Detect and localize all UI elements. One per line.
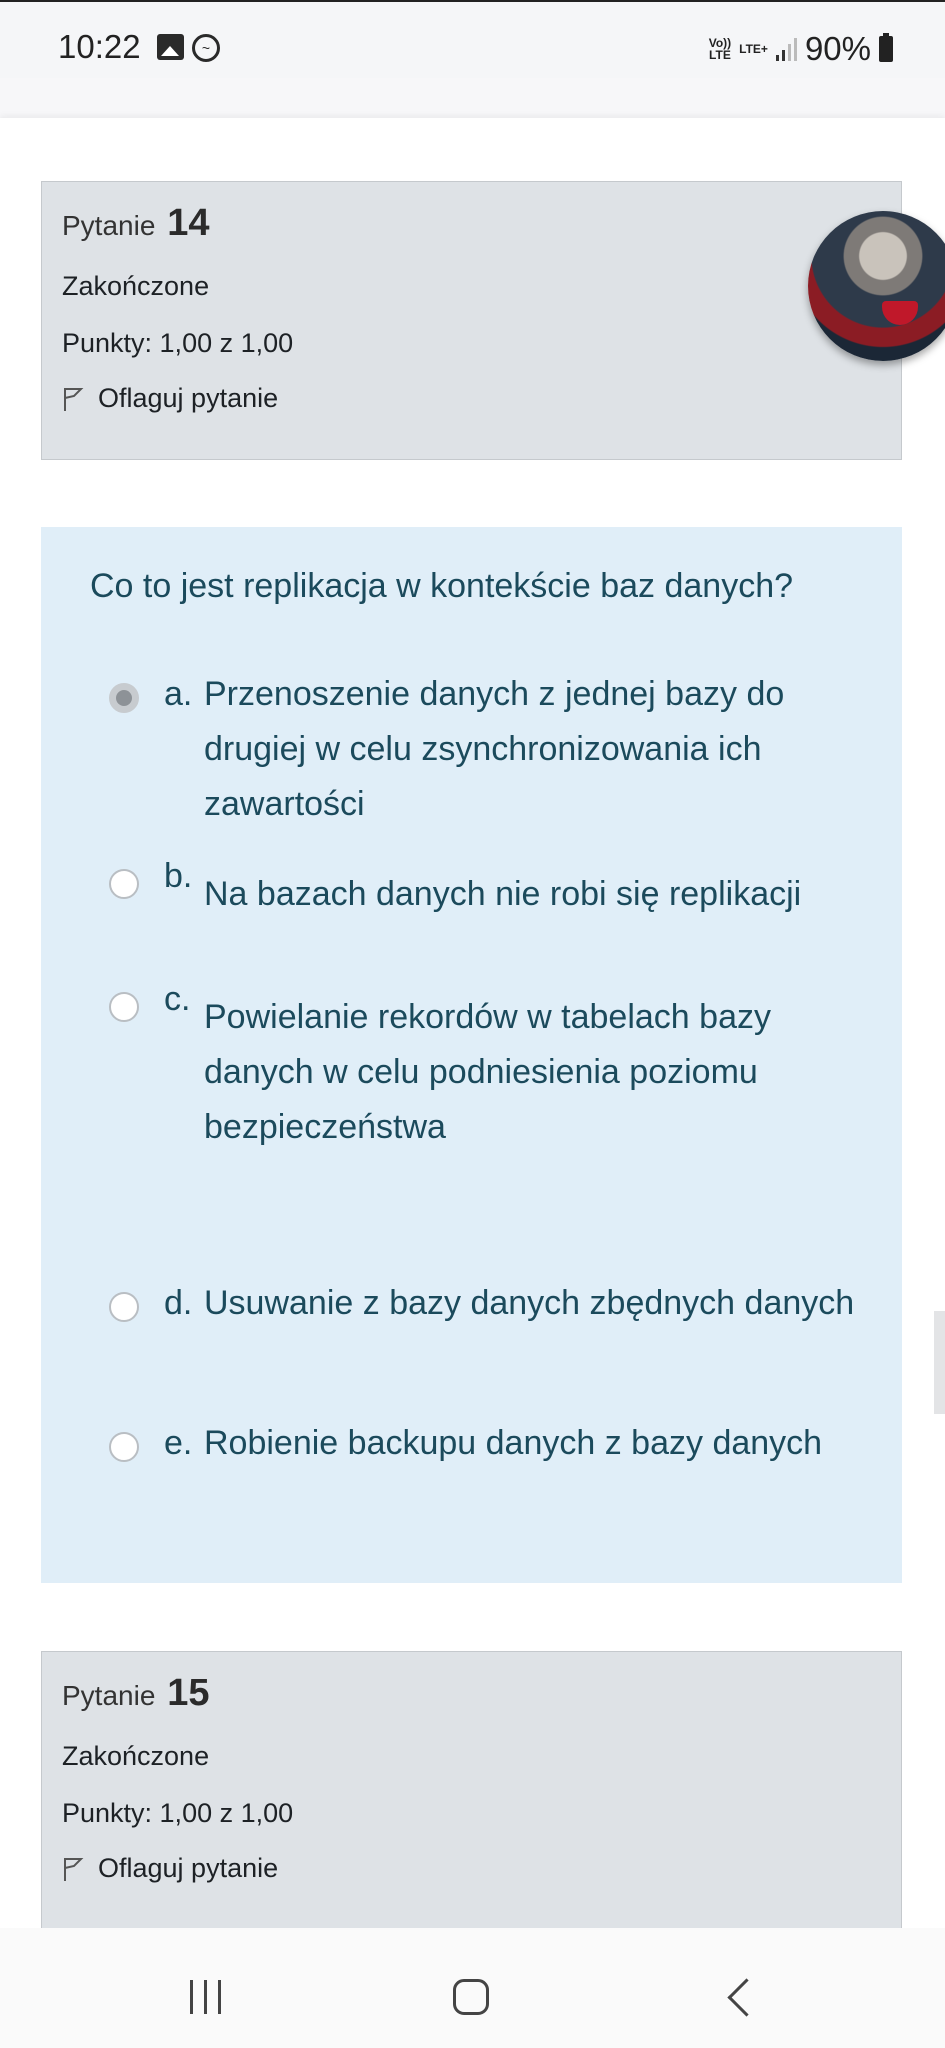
option-letter: b.: [164, 857, 193, 895]
scrollbar-thumb[interactable]: [934, 1311, 945, 1414]
option-text: Robienie backupu danych z bazy danych: [204, 1424, 823, 1462]
question-points: Punkty: 1,00 z 1,00: [62, 328, 294, 358]
battery-icon: [879, 33, 893, 62]
question-info-card: Pytanie 15 Zakończone Punkty: 1,00 z 1,0…: [41, 1651, 902, 1928]
messenger-icon: ~: [192, 34, 220, 62]
question-text: Co to jest replikacja w kontekście baz d…: [90, 567, 794, 605]
network-type-label: LTE+: [739, 42, 768, 56]
question-content: Co to jest replikacja w kontekście baz d…: [41, 527, 902, 1583]
user-avatar[interactable]: [808, 211, 945, 361]
quiz-page: Pytanie 14 Zakończone Punkty: 1,00 z 1,0…: [0, 118, 945, 1928]
flag-question-link[interactable]: Oflaguj pytanie: [62, 1853, 881, 1884]
question-number: Pytanie 15: [62, 1672, 881, 1715]
notification-icons: ~: [157, 34, 220, 62]
option-letter: e.: [164, 1424, 193, 1462]
radio-button-checked[interactable]: [109, 683, 139, 713]
radio-button[interactable]: [109, 869, 139, 899]
question-state: Zakończone: [62, 271, 210, 301]
question-number: Pytanie 14: [62, 202, 881, 245]
question-points: Punkty: 1,00 z 1,00: [62, 1798, 294, 1828]
gallery-icon: [157, 34, 184, 60]
flag-question-label: Oflaguj pytanie: [98, 1853, 279, 1883]
flag-icon: [64, 387, 84, 411]
status-time: 10:22: [58, 28, 141, 65]
question-label: Pytanie: [62, 1680, 156, 1711]
option-letter: d.: [164, 1284, 193, 1322]
option-text: Na bazach danych nie robi się replikacji: [204, 875, 802, 913]
option-letter: c.: [164, 980, 191, 1018]
recent-apps-icon[interactable]: [190, 1980, 221, 2014]
flag-question-label: Oflaguj pytanie: [98, 383, 279, 413]
option-text: Przenoszenie danych z jednej bazy do dru…: [204, 675, 785, 823]
flag-question-link[interactable]: Oflaguj pytanie: [62, 383, 881, 414]
question-number-value: 14: [167, 202, 210, 244]
status-bar: 10:22 ~ Vo)) LTE LTE+ 90%: [0, 0, 945, 78]
radio-button[interactable]: [109, 1292, 139, 1322]
option-letter: a.: [164, 675, 193, 713]
question-number-value: 15: [167, 1672, 210, 1714]
option-text: Powielanie rekordów w tabelach bazy dany…: [204, 998, 771, 1146]
battery-percent: 90%: [804, 30, 871, 67]
signal-icon: [775, 37, 797, 61]
radio-button[interactable]: [109, 992, 139, 1022]
question-label: Pytanie: [62, 210, 156, 241]
option-text: Usuwanie z bazy danych zbędnych danych: [204, 1284, 855, 1322]
question-info-card: Pytanie 14 Zakończone Punkty: 1,00 z 1,0…: [41, 181, 902, 460]
flag-icon: [64, 1857, 84, 1881]
question-state: Zakończone: [62, 1741, 210, 1771]
volte-indicator: Vo)) LTE: [708, 36, 732, 62]
status-right-cluster: Vo)) LTE LTE+ 90%: [709, 30, 893, 68]
avatar-emblem: [882, 301, 918, 325]
home-icon[interactable]: [453, 1979, 489, 2015]
navigation-bar: [0, 1928, 945, 2048]
back-icon[interactable]: [727, 1978, 766, 2017]
radio-button[interactable]: [109, 1432, 139, 1462]
